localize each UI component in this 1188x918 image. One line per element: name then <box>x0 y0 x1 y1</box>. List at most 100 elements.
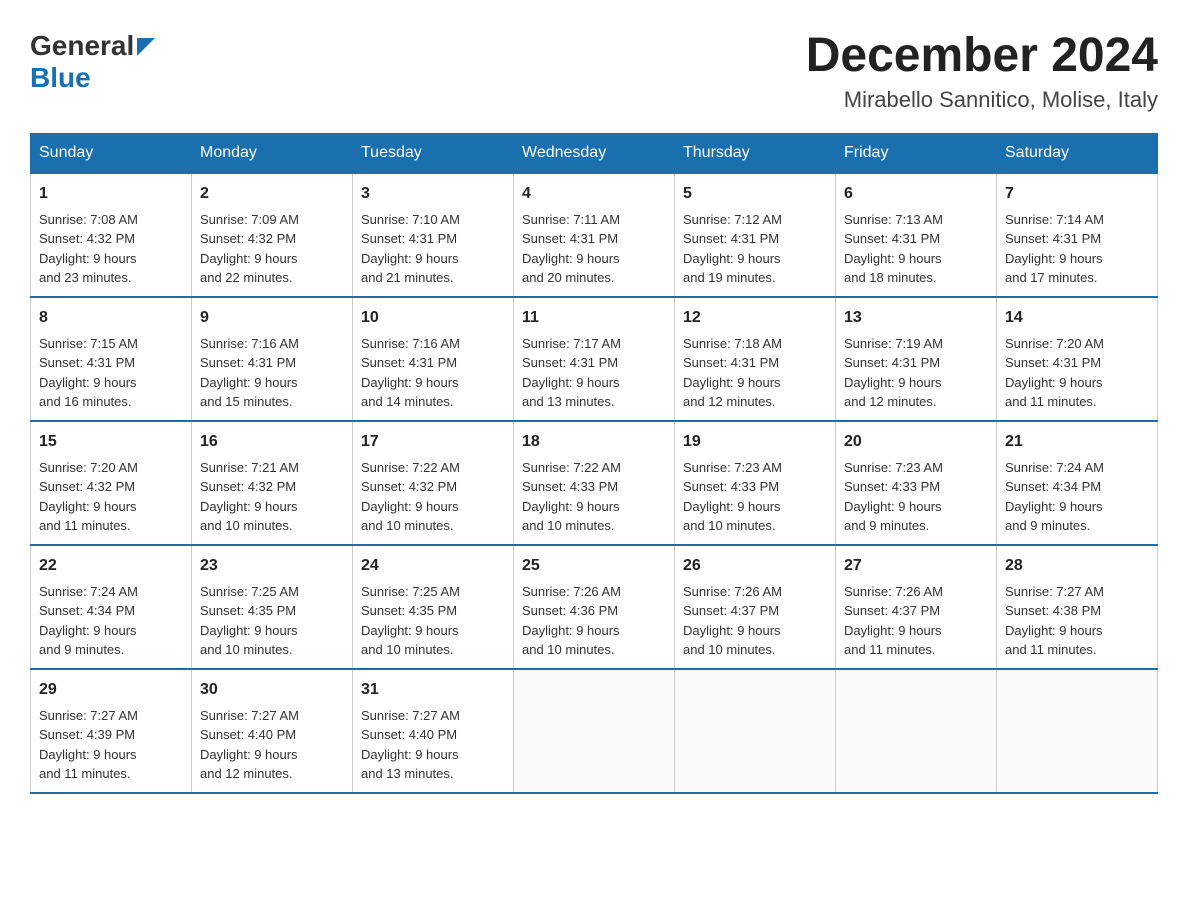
calendar-cell: 19Sunrise: 7:23 AMSunset: 4:33 PMDayligh… <box>675 421 836 545</box>
calendar-cell: 6Sunrise: 7:13 AMSunset: 4:31 PMDaylight… <box>836 173 997 297</box>
daylight-minutes-info: and 9 minutes. <box>844 518 929 533</box>
daylight-info: Daylight: 9 hours <box>844 499 942 514</box>
sunset-info: Sunset: 4:40 PM <box>361 727 457 742</box>
daylight-minutes-info: and 10 minutes. <box>200 518 293 533</box>
day-number: 26 <box>683 554 827 578</box>
daylight-minutes-info: and 22 minutes. <box>200 270 293 285</box>
calendar-cell: 12Sunrise: 7:18 AMSunset: 4:31 PMDayligh… <box>675 297 836 421</box>
day-number: 31 <box>361 678 505 702</box>
calendar-cell: 7Sunrise: 7:14 AMSunset: 4:31 PMDaylight… <box>997 173 1158 297</box>
day-number: 20 <box>844 430 988 454</box>
sunrise-info: Sunrise: 7:27 AM <box>39 708 138 723</box>
daylight-info: Daylight: 9 hours <box>361 499 459 514</box>
daylight-info: Daylight: 9 hours <box>39 747 137 762</box>
sunset-info: Sunset: 4:32 PM <box>200 231 296 246</box>
daylight-info: Daylight: 9 hours <box>39 251 137 266</box>
daylight-info: Daylight: 9 hours <box>200 375 298 390</box>
daylight-minutes-info: and 15 minutes. <box>200 394 293 409</box>
daylight-minutes-info: and 12 minutes. <box>844 394 937 409</box>
sunrise-info: Sunrise: 7:16 AM <box>361 336 460 351</box>
sunrise-info: Sunrise: 7:24 AM <box>39 584 138 599</box>
sunset-info: Sunset: 4:31 PM <box>683 355 779 370</box>
sunset-info: Sunset: 4:31 PM <box>361 355 457 370</box>
calendar-cell: 25Sunrise: 7:26 AMSunset: 4:36 PMDayligh… <box>514 545 675 669</box>
daylight-minutes-info: and 13 minutes. <box>522 394 615 409</box>
daylight-minutes-info: and 21 minutes. <box>361 270 454 285</box>
daylight-info: Daylight: 9 hours <box>361 375 459 390</box>
day-number: 1 <box>39 182 183 206</box>
daylight-info: Daylight: 9 hours <box>200 251 298 266</box>
calendar-cell: 26Sunrise: 7:26 AMSunset: 4:37 PMDayligh… <box>675 545 836 669</box>
calendar-cell: 27Sunrise: 7:26 AMSunset: 4:37 PMDayligh… <box>836 545 997 669</box>
sunrise-info: Sunrise: 7:11 AM <box>522 212 620 227</box>
daylight-minutes-info: and 10 minutes. <box>683 642 776 657</box>
daylight-info: Daylight: 9 hours <box>361 747 459 762</box>
daylight-minutes-info: and 10 minutes. <box>522 518 615 533</box>
sunset-info: Sunset: 4:31 PM <box>844 355 940 370</box>
calendar-cell <box>997 669 1158 793</box>
daylight-info: Daylight: 9 hours <box>361 623 459 638</box>
daylight-minutes-info: and 9 minutes. <box>39 642 124 657</box>
daylight-info: Daylight: 9 hours <box>683 375 781 390</box>
daylight-minutes-info: and 11 minutes. <box>844 642 936 657</box>
sunrise-info: Sunrise: 7:20 AM <box>39 460 138 475</box>
day-number: 21 <box>1005 430 1149 454</box>
daylight-minutes-info: and 23 minutes. <box>39 270 132 285</box>
calendar-cell: 30Sunrise: 7:27 AMSunset: 4:40 PMDayligh… <box>192 669 353 793</box>
calendar-cell <box>514 669 675 793</box>
daylight-info: Daylight: 9 hours <box>1005 499 1103 514</box>
daylight-info: Daylight: 9 hours <box>39 499 137 514</box>
sunrise-info: Sunrise: 7:26 AM <box>522 584 621 599</box>
calendar-week-row: 1 Sunrise: 7:08 AM Sunset: 4:32 PM Daylight… <box>31 173 1158 297</box>
daylight-info: Daylight: 9 hours <box>200 747 298 762</box>
day-number: 2 <box>200 182 344 206</box>
sunrise-info: Sunrise: 7:09 AM <box>200 212 299 227</box>
day-number: 18 <box>522 430 666 454</box>
day-number: 9 <box>200 306 344 330</box>
logo: General Blue <box>30 30 155 94</box>
page-header: General Blue December 2024 Mirabello San… <box>30 30 1158 113</box>
calendar-cell <box>675 669 836 793</box>
sunset-info: Sunset: 4:31 PM <box>522 231 618 246</box>
sunrise-info: Sunrise: 7:22 AM <box>361 460 460 475</box>
day-number: 7 <box>1005 182 1149 206</box>
calendar-cell: 10Sunrise: 7:16 AMSunset: 4:31 PMDayligh… <box>353 297 514 421</box>
sunset-info: Sunset: 4:34 PM <box>39 603 135 618</box>
daylight-minutes-info: and 17 minutes. <box>1005 270 1098 285</box>
calendar-cell: 15Sunrise: 7:20 AMSunset: 4:32 PMDayligh… <box>31 421 192 545</box>
sunrise-info: Sunrise: 7:19 AM <box>844 336 943 351</box>
daylight-info: Daylight: 9 hours <box>522 251 620 266</box>
sunset-info: Sunset: 4:33 PM <box>844 479 940 494</box>
sunrise-info: Sunrise: 7:25 AM <box>200 584 299 599</box>
sunrise-info: Sunrise: 7:12 AM <box>683 212 782 227</box>
daylight-minutes-info: and 10 minutes. <box>683 518 776 533</box>
day-number: 6 <box>844 182 988 206</box>
sunrise-info: Sunrise: 7:16 AM <box>200 336 299 351</box>
sunset-info: Sunset: 4:35 PM <box>200 603 296 618</box>
sunrise-info: Sunrise: 7:10 AM <box>361 212 460 227</box>
day-number: 8 <box>39 306 183 330</box>
sunset-info: Sunset: 4:31 PM <box>39 355 135 370</box>
daylight-minutes-info: and 10 minutes. <box>522 642 615 657</box>
sunrise-info: Sunrise: 7:08 AM <box>39 212 138 227</box>
sunset-info: Sunset: 4:36 PM <box>522 603 618 618</box>
daylight-info: Daylight: 9 hours <box>1005 251 1103 266</box>
day-number: 3 <box>361 182 505 206</box>
day-number: 30 <box>200 678 344 702</box>
sunset-info: Sunset: 4:32 PM <box>361 479 457 494</box>
daylight-info: Daylight: 9 hours <box>522 623 620 638</box>
daylight-minutes-info: and 11 minutes. <box>1005 394 1097 409</box>
daylight-minutes-info: and 11 minutes. <box>39 766 131 781</box>
sunset-info: Sunset: 4:39 PM <box>39 727 135 742</box>
calendar-cell: 13Sunrise: 7:19 AMSunset: 4:31 PMDayligh… <box>836 297 997 421</box>
sunrise-info: Sunrise: 7:27 AM <box>361 708 460 723</box>
daylight-info: Daylight: 9 hours <box>522 375 620 390</box>
day-number: 13 <box>844 306 988 330</box>
sunset-info: Sunset: 4:33 PM <box>683 479 779 494</box>
calendar-cell: 24Sunrise: 7:25 AMSunset: 4:35 PMDayligh… <box>353 545 514 669</box>
daylight-info: Daylight: 9 hours <box>39 375 137 390</box>
daylight-info: Daylight: 9 hours <box>1005 375 1103 390</box>
daylight-minutes-info: and 10 minutes. <box>361 518 454 533</box>
calendar-subtitle: Mirabello Sannitico, Molise, Italy <box>806 87 1158 113</box>
day-number: 11 <box>522 306 666 330</box>
